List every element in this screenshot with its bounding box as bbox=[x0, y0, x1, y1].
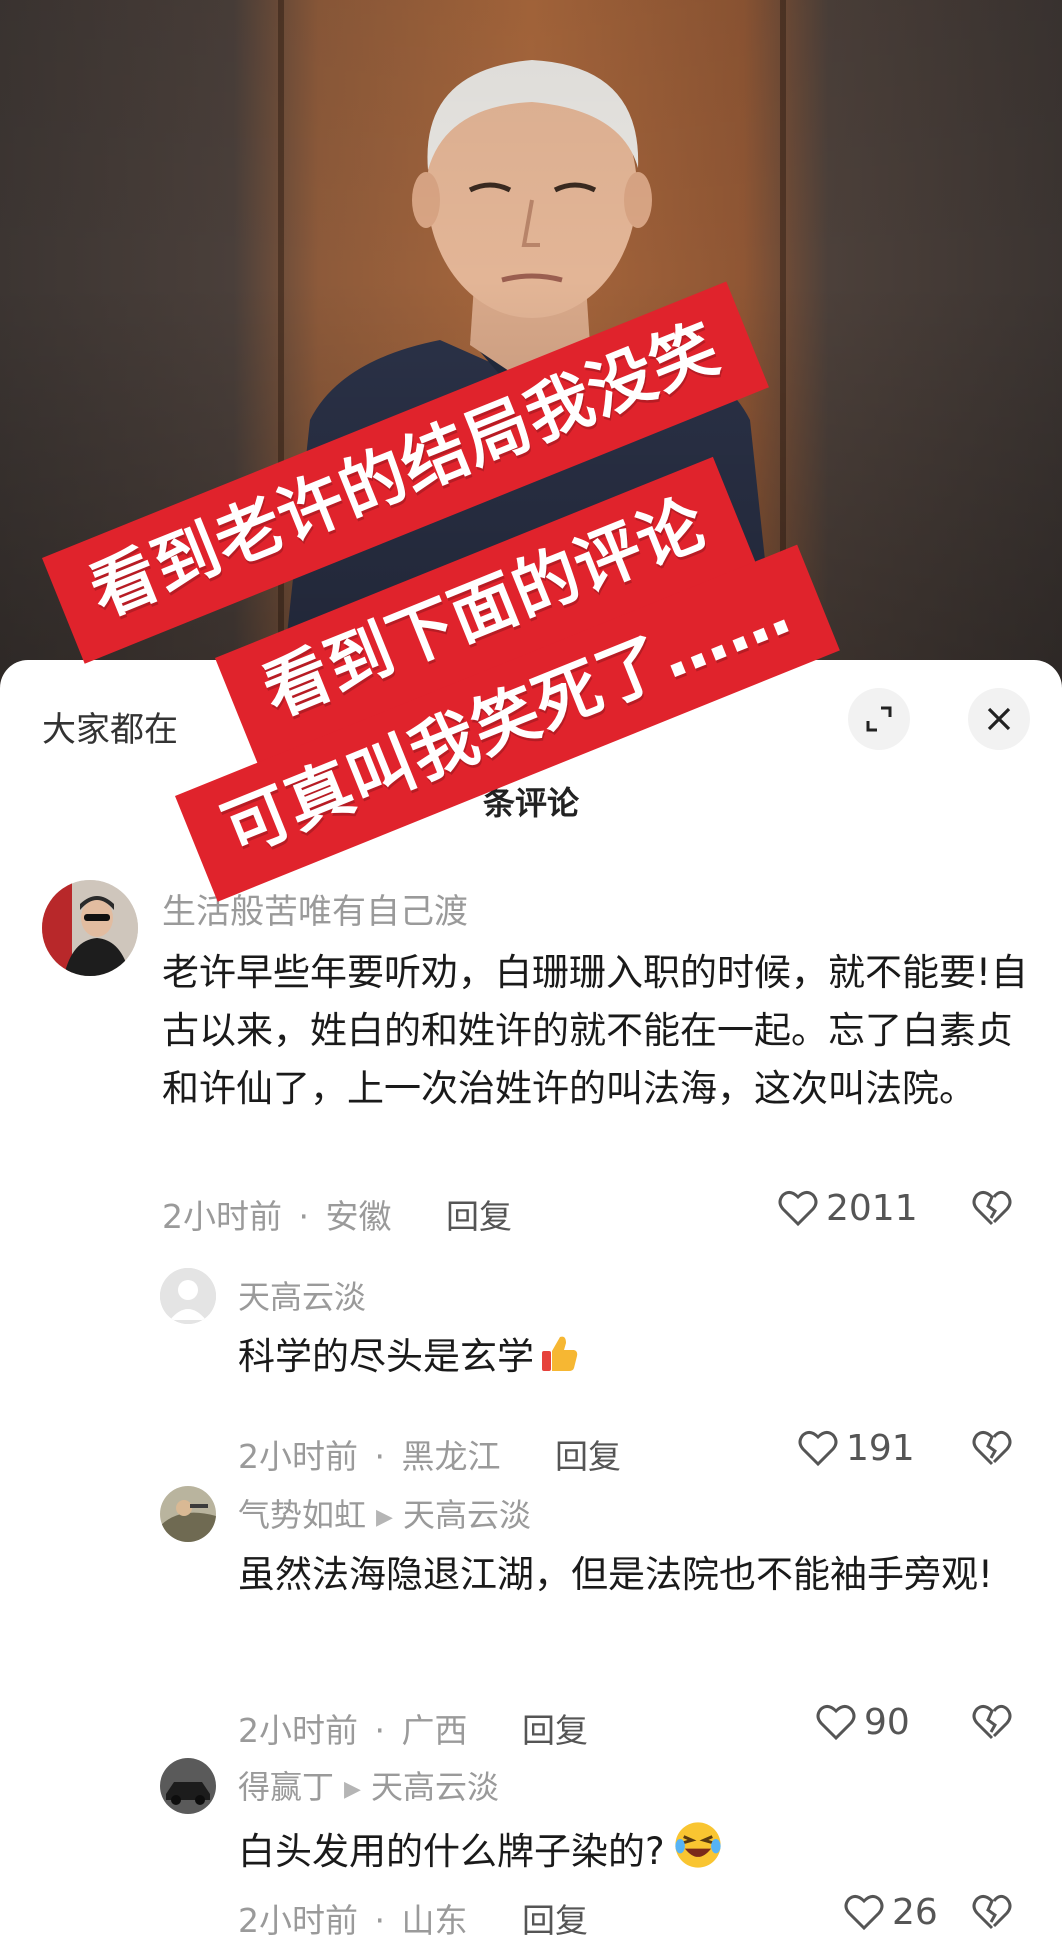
comment-text: 虽然法海隐退江湖，但是法院也不能袖手旁观! bbox=[238, 1553, 993, 1596]
reply-arrow-icon: ▶ bbox=[344, 1776, 361, 1802]
avatar[interactable] bbox=[160, 1268, 216, 1324]
comment-meta: 2小时前 · 广西 回复 bbox=[238, 1704, 588, 1752]
broken-heart-icon bbox=[972, 1704, 1012, 1740]
meta-separator: · bbox=[374, 1711, 386, 1750]
laughing-emoji bbox=[675, 1822, 721, 1868]
comment-username[interactable]: 天高云淡 bbox=[238, 1272, 366, 1318]
avatar-image bbox=[160, 1486, 216, 1542]
dislike-button[interactable] bbox=[970, 1426, 1014, 1474]
broken-heart-icon bbox=[972, 1190, 1012, 1226]
meta-separator: · bbox=[298, 1197, 310, 1236]
broken-heart-icon bbox=[972, 1430, 1012, 1466]
heart-icon bbox=[816, 1704, 856, 1741]
comment-time: 2小时前 bbox=[162, 1197, 282, 1236]
dislike-button[interactable] bbox=[970, 1890, 1014, 1938]
reply-author[interactable]: 得赢丁 bbox=[238, 1768, 334, 1806]
comment-location: 广西 bbox=[401, 1711, 468, 1750]
comment-time: 2小时前 bbox=[238, 1711, 358, 1750]
comment-location: 安徽 bbox=[325, 1197, 392, 1236]
comment-username: 得赢丁 ▶ 天高云淡 bbox=[238, 1762, 499, 1808]
like-button[interactable]: 191 bbox=[796, 1426, 915, 1470]
thumbs-up-emoji bbox=[542, 1336, 578, 1371]
dislike-button[interactable] bbox=[970, 1186, 1014, 1234]
comment-location: 山东 bbox=[401, 1901, 468, 1940]
broken-heart-icon bbox=[972, 1894, 1012, 1930]
like-button[interactable]: 26 bbox=[842, 1890, 938, 1934]
comment-meta: 2小时前 · 安徽 回复 bbox=[162, 1190, 512, 1238]
comment-location: 黑龙江 bbox=[401, 1437, 501, 1476]
reply-arrow-icon: ▶ bbox=[376, 1504, 393, 1530]
close-icon bbox=[987, 707, 1011, 731]
sheet-header-label: 大家都在 bbox=[42, 710, 178, 750]
dislike-button[interactable] bbox=[970, 1700, 1014, 1748]
comment-time: 2小时前 bbox=[238, 1437, 358, 1476]
default-avatar-icon bbox=[160, 1268, 216, 1324]
comment-text: 科学的尽头是玄学 bbox=[238, 1328, 1018, 1386]
comment-text-content: 白头发用的什么牌子染的? bbox=[238, 1830, 665, 1873]
expand-button[interactable] bbox=[848, 688, 910, 750]
heart-icon bbox=[844, 1894, 884, 1931]
like-button[interactable]: 90 bbox=[814, 1700, 910, 1744]
reply-button[interactable]: 回复 bbox=[446, 1197, 512, 1236]
comment-meta: 2小时前 · 山东 回复 bbox=[238, 1894, 588, 1942]
like-count: 90 bbox=[864, 1701, 910, 1743]
avatar-image bbox=[42, 880, 138, 976]
like-button[interactable]: 2011 bbox=[776, 1186, 918, 1230]
reply-target[interactable]: 天高云淡 bbox=[371, 1768, 499, 1806]
meta-separator: · bbox=[374, 1437, 386, 1476]
reply-button[interactable]: 回复 bbox=[522, 1711, 588, 1750]
meta-separator: · bbox=[374, 1901, 386, 1940]
like-count: 26 bbox=[892, 1891, 938, 1933]
avatar[interactable] bbox=[160, 1758, 216, 1814]
avatar[interactable] bbox=[42, 880, 138, 976]
comment-count-label: 条评论 bbox=[482, 784, 579, 822]
comment-username: 气势如虹 ▶ 天高云淡 bbox=[238, 1490, 531, 1536]
heart-icon bbox=[798, 1430, 838, 1467]
comment-time: 2小时前 bbox=[238, 1901, 358, 1940]
close-button[interactable] bbox=[968, 688, 1030, 750]
like-count: 2011 bbox=[826, 1187, 918, 1229]
comment-username[interactable]: 生活般苦唯有自己渡 bbox=[162, 884, 468, 933]
comment-meta: 2小时前 · 黑龙江 回复 bbox=[238, 1430, 621, 1478]
avatar[interactable] bbox=[160, 1486, 216, 1542]
avatar-image bbox=[160, 1758, 216, 1814]
comment-count-title: 条评论 bbox=[0, 778, 1062, 824]
reply-button[interactable]: 回复 bbox=[555, 1437, 621, 1476]
comment-text: 白头发用的什么牌子染的? bbox=[238, 1820, 1028, 1881]
comment-text-content: 科学的尽头是玄学 bbox=[238, 1335, 534, 1378]
heart-icon bbox=[778, 1190, 818, 1227]
comment-text: 老许早些年要听劝，白珊珊入职的时候，就不能要!自古以来，姓白的和姓许的就不能在一… bbox=[162, 951, 1028, 1110]
like-count: 191 bbox=[846, 1427, 915, 1469]
expand-icon bbox=[866, 706, 892, 732]
reply-author[interactable]: 气势如虹 bbox=[238, 1496, 366, 1534]
reply-target[interactable]: 天高云淡 bbox=[403, 1496, 531, 1534]
reply-button[interactable]: 回复 bbox=[522, 1901, 588, 1940]
